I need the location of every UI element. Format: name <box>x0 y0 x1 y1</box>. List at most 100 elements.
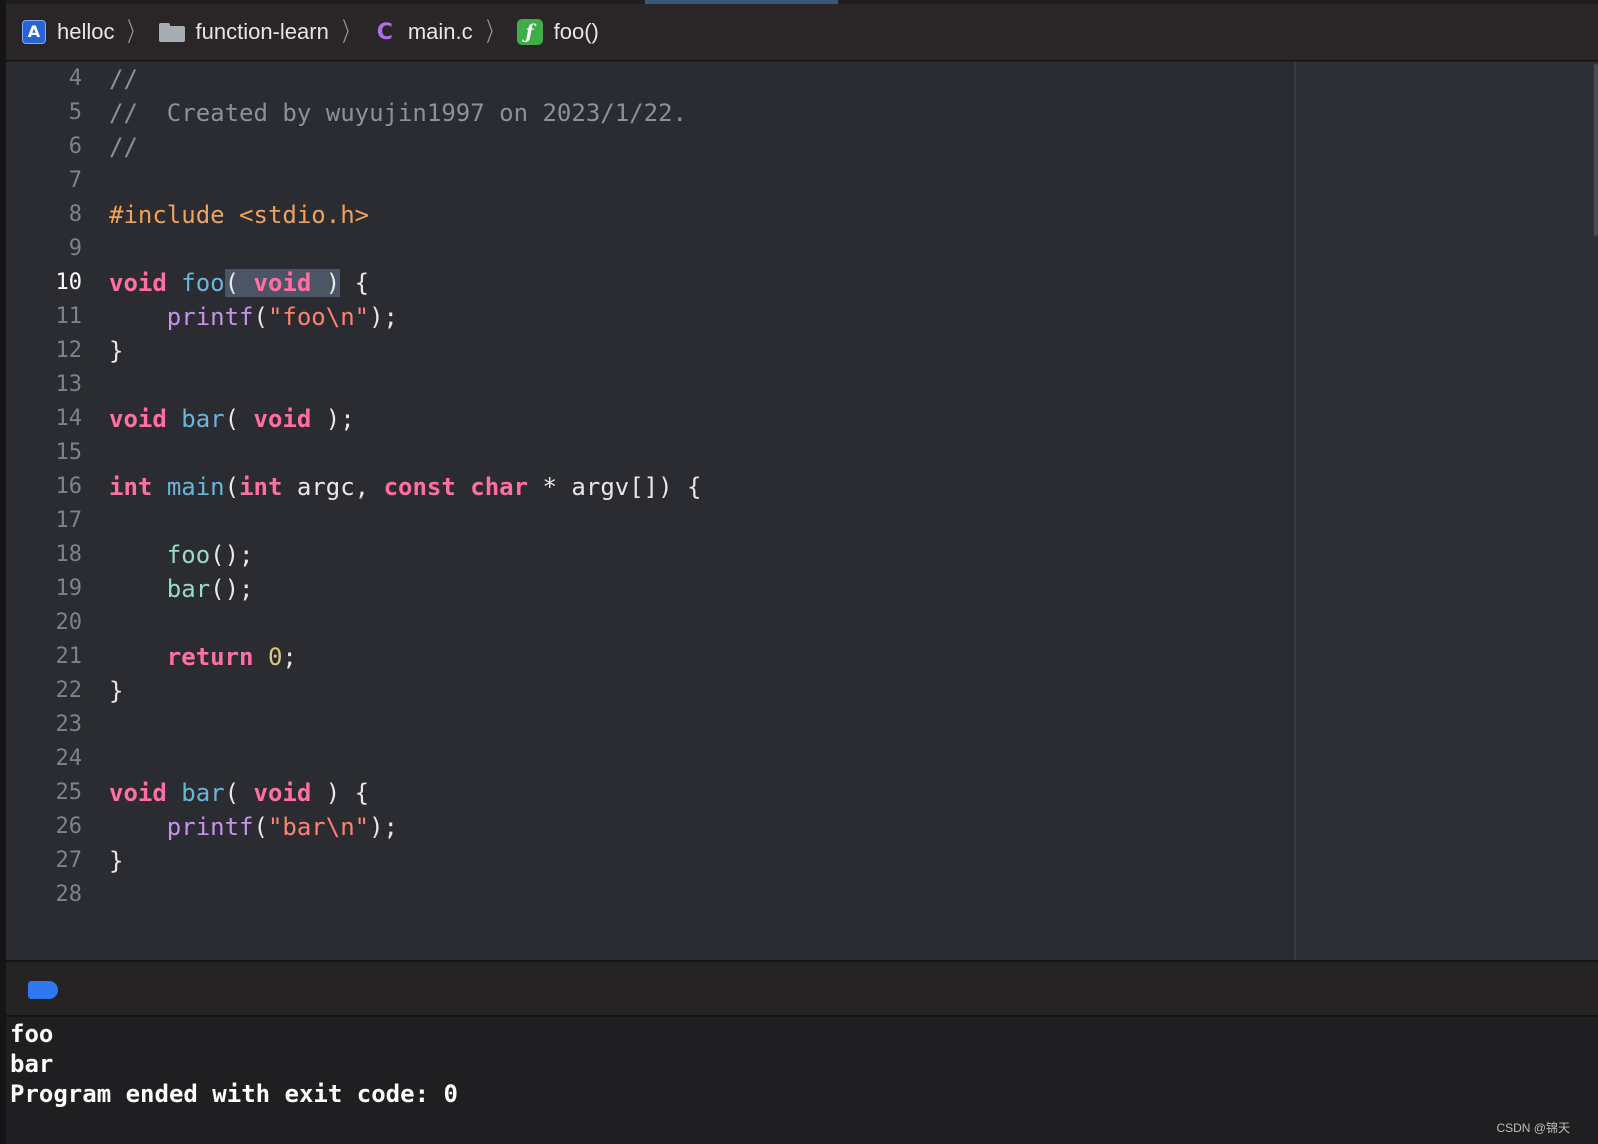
code-line[interactable]: 22} <box>6 674 1294 708</box>
line-number: 21 <box>55 644 83 669</box>
punctuation-token: (); <box>210 541 254 569</box>
function-name-token: main <box>166 473 225 501</box>
breadcrumb-label: helloc <box>57 19 115 44</box>
breadcrumb-item-file[interactable]: C main.c <box>373 12 473 52</box>
console-output-area[interactable]: foo bar Program ended with exit code: 0 … <box>6 1017 1598 1144</box>
line-code: #include <stdio.h> <box>109 198 369 232</box>
code-line[interactable]: 14 void bar( void ); <box>6 402 1294 436</box>
code-line[interactable]: 12} <box>6 334 1294 368</box>
code-line[interactable]: 18 foo(); <box>6 538 1294 572</box>
code-line[interactable]: 6 // <box>6 130 1294 164</box>
line-code: // <box>109 62 138 96</box>
keyword-token: int <box>239 473 283 501</box>
line-number: 17 <box>55 508 83 533</box>
line-code: printf("foo\n"); <box>109 300 398 334</box>
code-line[interactable]: 7 <box>6 164 1294 198</box>
code-line[interactable]: 15 <box>6 436 1294 470</box>
function-name-token: foo <box>181 269 225 297</box>
string-token: "foo\n" <box>267 303 370 331</box>
punctuation-token: ( <box>224 473 240 501</box>
line-number: 24 <box>55 746 83 771</box>
breadcrumb-item-symbol[interactable]: ƒ foo() <box>516 12 599 52</box>
source-editor[interactable]: 4 // 5 // Created by wuyujin1997 on 2023/1… <box>6 62 1294 960</box>
keyword-token: void <box>109 779 167 807</box>
keyword-token: int <box>109 473 153 501</box>
vertical-scrollbar[interactable] <box>1594 64 1598 236</box>
line-number: 25 <box>55 780 83 805</box>
code-line[interactable]: 21 return 0; <box>6 640 1294 674</box>
code-line[interactable]: 17 <box>6 504 1294 538</box>
line-code: bar(); <box>109 572 254 606</box>
code-line[interactable]: 5 // Created by wuyujin1997 on 2023/1/22. <box>6 96 1294 130</box>
minimap[interactable] <box>1294 62 1598 960</box>
comment-token: // <box>109 65 138 93</box>
line-number: 26 <box>55 814 83 839</box>
punctuation-token: ); <box>369 303 399 331</box>
app-project-icon <box>22 20 46 44</box>
keyword-token: void <box>109 269 167 297</box>
code-line[interactable]: 16 int main(int argc, const char * argv[]… <box>6 470 1294 504</box>
code-line[interactable]: 19 bar(); <box>6 572 1294 606</box>
code-line[interactable]: 13 <box>6 368 1294 402</box>
code-line[interactable]: 28 <box>6 878 1294 912</box>
line-code: int main(int argc, const char * argv[]) … <box>109 470 701 504</box>
code-line[interactable]: 8 #include <stdio.h> <box>6 198 1294 232</box>
punctuation-token: ( <box>224 779 254 807</box>
line-number: 20 <box>55 610 83 635</box>
breakpoints-toggle-button[interactable] <box>28 981 58 999</box>
breadcrumb-item-folder[interactable]: function-learn <box>158 12 329 52</box>
line-number: 4 <box>68 66 82 91</box>
keyword-token: void <box>253 779 312 807</box>
code-line-current[interactable]: 10 void foo( void ) { <box>6 266 1294 300</box>
punctuation-token: ( <box>253 813 268 841</box>
function-name-token: bar <box>181 779 225 807</box>
function-name-token: bar <box>181 405 225 433</box>
punctuation-token: (); <box>210 575 254 603</box>
keyword-token: void <box>253 269 312 297</box>
comment-token: // <box>109 133 138 161</box>
line-number: 16 <box>55 474 83 499</box>
line-code: void bar( void ) { <box>109 776 369 810</box>
punctuation-token: ); <box>369 813 399 841</box>
punctuation-token: ( <box>224 405 254 433</box>
code-line[interactable]: 25 void bar( void ) { <box>6 776 1294 810</box>
punctuation-token: ; <box>282 643 297 671</box>
line-code: // Created by wuyujin1997 on 2023/1/22. <box>109 96 687 130</box>
identifier-token: * argv[]) { <box>528 473 702 501</box>
punctuation-token: } <box>109 677 124 705</box>
breadcrumb-label: function-learn <box>195 19 329 44</box>
line-number: 12 <box>55 338 83 363</box>
punctuation-token: { <box>340 269 370 297</box>
code-line[interactable]: 24 <box>6 742 1294 776</box>
library-call-token: printf <box>166 813 254 841</box>
code-line[interactable]: 9 <box>6 232 1294 266</box>
line-number: 22 <box>55 678 83 703</box>
code-line[interactable]: 26 printf("bar\n"); <box>6 810 1294 844</box>
code-line[interactable]: 11 printf("foo\n"); <box>6 300 1294 334</box>
breadcrumb-item-project[interactable]: helloc <box>22 12 114 52</box>
code-line[interactable]: 4 // <box>6 62 1294 96</box>
line-number: 19 <box>55 576 83 601</box>
code-line[interactable]: 27} <box>6 844 1294 878</box>
code-line[interactable]: 20 <box>6 606 1294 640</box>
code-line[interactable]: 23 <box>6 708 1294 742</box>
debug-bar <box>6 960 1598 1017</box>
keyword-token: void <box>109 405 167 433</box>
line-number: 6 <box>68 134 82 159</box>
line-code: } <box>109 844 123 878</box>
line-code: foo(); <box>109 538 254 572</box>
line-number-active: 10 <box>55 270 83 295</box>
line-code: printf("bar\n"); <box>109 810 398 844</box>
chevron-right-icon: 〉 <box>485 17 502 47</box>
keyword-token: char <box>470 473 529 501</box>
line-number: 9 <box>68 236 82 261</box>
number-token: 0 <box>267 643 283 671</box>
punctuation-token: ( <box>253 303 268 331</box>
